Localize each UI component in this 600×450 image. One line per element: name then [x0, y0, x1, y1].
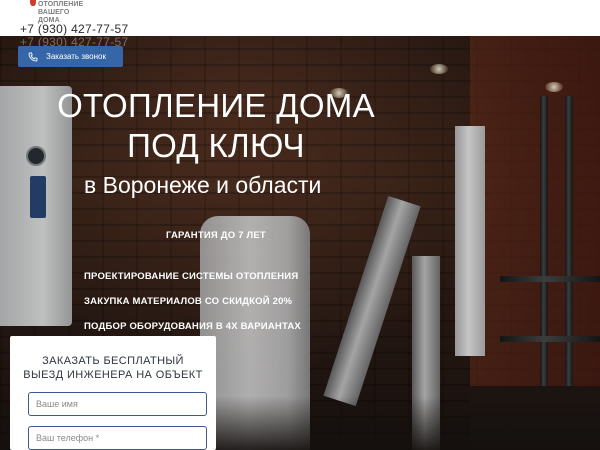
form-title-line: ЗАКАЗАТЬ БЕСПЛАТНЫЙ: [42, 355, 184, 367]
engineer-visit-form: ЗАКАЗАТЬ БЕСПЛАТНЫЙ ВЫЕЗД ИНЖЕНЕРА НА ОБ…: [10, 336, 216, 450]
guarantee-text: ГАРАНТИЯ ДО 7 ЛЕТ: [166, 230, 266, 241]
callback-button[interactable]: Заказать звонок: [18, 46, 123, 67]
feature-item: ЗАКУПКА МАТЕРИАЛОВ СО СКИДКОЙ 20%: [84, 296, 293, 307]
site-header: ОТОПЛЕНИЕ ВАШЕГО ДОМА +7 (930) 427-77-57: [0, 0, 600, 36]
feature-item: ПРОЕКТИРОВАНИЕ СИСТЕМЫ ОТОПЛЕНИЯ: [84, 271, 299, 282]
features-list: ПРОЕКТИРОВАНИЕ СИСТЕМЫ ОТОПЛЕНИЯ ЗАКУПКА…: [84, 271, 301, 346]
header-phone-link[interactable]: +7 (930) 427-77-57: [20, 22, 128, 36]
page-subtitle: в Воронеже и области: [84, 172, 322, 198]
name-input[interactable]: [28, 392, 207, 416]
logo-line: ВАШЕГО: [38, 9, 70, 16]
title-line: ОТОПЛЕНИЕ ДОМА: [57, 87, 375, 124]
form-title: ЗАКАЗАТЬ БЕСПЛАТНЫЙ ВЫЕЗД ИНЖЕНЕРА НА ОБ…: [10, 354, 216, 382]
phone-input[interactable]: [28, 426, 207, 450]
logo-line: ОТОПЛЕНИЕ: [38, 1, 84, 8]
form-title-line: ВЫЕЗД ИНЖЕНЕРА НА ОБЪЕКТ: [23, 369, 203, 381]
page-title: ОТОПЛЕНИЕ ДОМА ПОД КЛЮЧ: [0, 86, 432, 166]
flame-logo-icon[interactable]: [28, 0, 36, 8]
title-line: ПОД КЛЮЧ: [127, 127, 305, 164]
callback-button-label: Заказать звонок: [46, 52, 106, 61]
phone-icon: [28, 52, 38, 61]
